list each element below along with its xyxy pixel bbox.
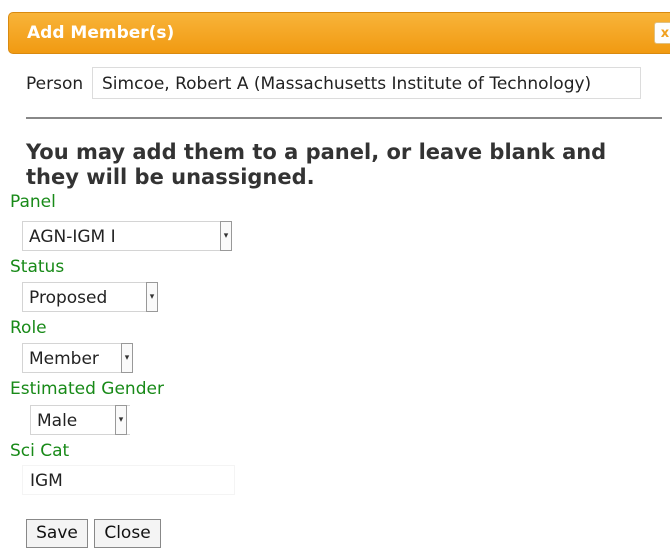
panel-dropdown-arrow-icon[interactable]: ▾: [220, 221, 232, 251]
person-label: Person: [26, 74, 84, 94]
role-select[interactable]: Member: [22, 343, 132, 373]
save-button[interactable]: Save: [26, 519, 88, 548]
panel-select[interactable]: AGN-IGM I: [22, 221, 230, 251]
status-dropdown-arrow-icon[interactable]: ▾: [146, 282, 158, 312]
close-button[interactable]: Close: [94, 519, 161, 548]
instruction-heading: You may add them to a panel, or leave bl…: [26, 140, 607, 189]
person-field[interactable]: Simcoe, Robert A (Massachusetts Institut…: [92, 67, 641, 99]
divider: [26, 117, 662, 119]
status-select[interactable]: Proposed: [22, 282, 157, 312]
gender-dropdown-arrow-icon[interactable]: ▾: [115, 405, 127, 435]
dialog-title: Add Member(s): [27, 23, 175, 43]
panel-label: Panel: [10, 192, 56, 212]
scicat-label: Sci Cat: [10, 441, 70, 461]
role-dropdown-arrow-icon[interactable]: ▾: [121, 343, 133, 373]
dialog-titlebar[interactable]: Add Member(s) x: [8, 12, 670, 54]
close-icon[interactable]: x: [654, 22, 670, 44]
status-label: Status: [10, 257, 65, 277]
scicat-field[interactable]: IGM: [22, 465, 235, 495]
gender-label: Estimated Gender: [10, 379, 164, 399]
role-label: Role: [10, 318, 47, 338]
